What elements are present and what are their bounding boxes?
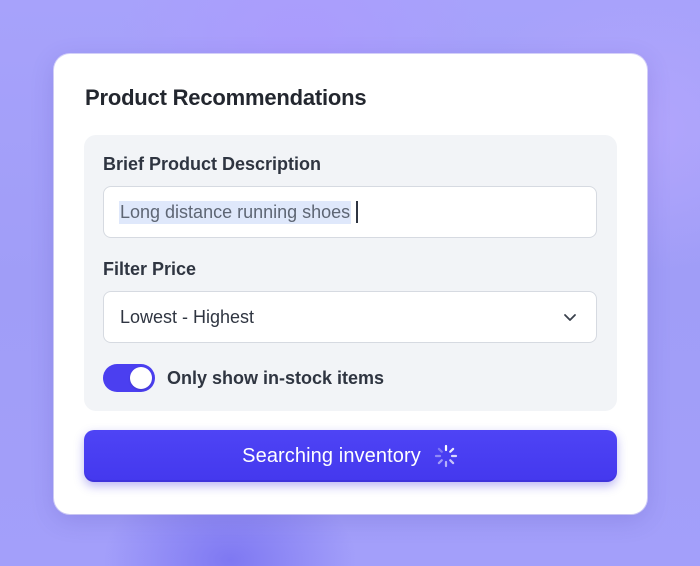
search-inventory-button[interactable]: Searching inventory: [84, 430, 617, 482]
price-filter-label: Filter Price: [103, 259, 197, 279]
text-caret: [356, 201, 358, 223]
chevron-down-icon[interactable]: [562, 309, 578, 325]
form-panel: Brief Product Description Long distance …: [84, 135, 617, 411]
price-filter-value: Lowest - Highest: [120, 306, 255, 327]
toggle-knob: [130, 367, 152, 389]
card-title: Product Recommendations: [85, 85, 367, 110]
description-input-value[interactable]: Long distance running shoes: [119, 200, 352, 224]
loading-spinner-icon: [433, 443, 459, 469]
product-recommendations-card: Product Recommendations Brief Product De…: [54, 54, 647, 514]
in-stock-toggle[interactable]: [103, 364, 155, 392]
price-filter-select[interactable]: Lowest - Highest: [103, 291, 597, 343]
description-input[interactable]: Long distance running shoes: [103, 186, 597, 238]
description-label: Brief Product Description: [103, 154, 322, 174]
in-stock-toggle-label[interactable]: Only show in-stock items: [167, 368, 384, 389]
in-stock-toggle-row: Only show in-stock items: [103, 363, 384, 393]
search-button-label: Searching inventory: [242, 444, 421, 467]
